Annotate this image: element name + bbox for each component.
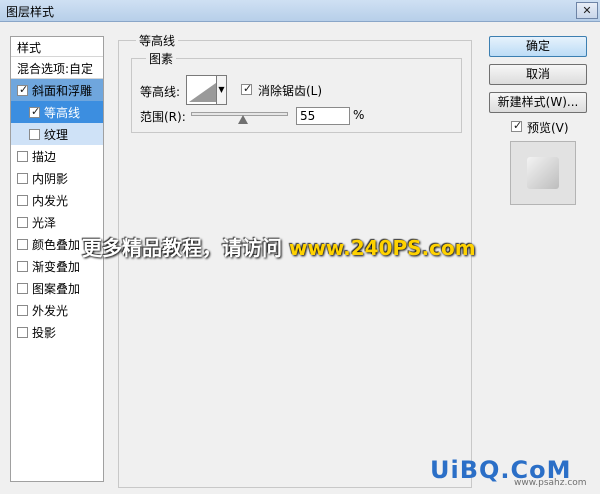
style-item-label: 颜色叠加 (32, 238, 81, 252)
style-item-label: 光泽 (32, 216, 57, 230)
preview-label: 预览(V) (527, 121, 569, 135)
range-label: 范围(R): (140, 110, 186, 124)
contour-label: 等高线: (140, 85, 181, 99)
style-item-satin[interactable]: 光泽 (11, 211, 103, 233)
style-item-label: 等高线 (44, 106, 81, 120)
style-item-inner-shadow[interactable]: 内阴影 (11, 167, 103, 189)
inner-glow-checkbox[interactable] (17, 195, 28, 206)
gradient-overlay-checkbox[interactable] (17, 261, 28, 272)
elements-group-title: 图素 (146, 50, 177, 67)
anti-alias-checkbox[interactable] (241, 82, 252, 95)
new-style-button[interactable]: 新建样式(W)... (489, 92, 587, 113)
ok-button[interactable]: 确定 (489, 36, 587, 57)
style-item-label: 内发光 (32, 194, 69, 208)
style-item-label: 外发光 (32, 304, 69, 318)
preview-swatch (527, 157, 559, 189)
blend-options-item[interactable]: 混合选项:自定 (11, 57, 103, 79)
range-unit: % (353, 108, 365, 122)
style-item-label: 描边 (32, 150, 57, 164)
satin-checkbox[interactable] (17, 217, 28, 228)
watermark-url: www.240PS.com (288, 236, 476, 260)
style-item-label: 投影 (32, 326, 57, 340)
style-item-contour[interactable]: 等高线 (11, 101, 103, 123)
color-overlay-checkbox[interactable] (17, 239, 28, 250)
range-input[interactable]: 55 (296, 107, 350, 125)
contour-section-title: 等高线 (136, 32, 179, 49)
style-item-pattern-overlay[interactable]: 图案叠加 (11, 277, 103, 299)
chevron-down-icon[interactable]: ▼ (216, 75, 227, 105)
style-item-stroke[interactable]: 描边 (11, 145, 103, 167)
preview-checkbox[interactable] (511, 119, 522, 132)
texture-checkbox[interactable] (29, 129, 40, 140)
style-item-label: 渐变叠加 (32, 260, 81, 274)
stroke-checkbox[interactable] (17, 151, 28, 162)
styles-header[interactable]: 样式 (11, 37, 103, 57)
cancel-button[interactable]: 取消 (489, 64, 587, 85)
range-slider-thumb[interactable] (238, 115, 248, 124)
bevel-emboss-checkbox[interactable] (17, 83, 28, 96)
window-title: 图层样式 (6, 5, 55, 19)
outer-glow-checkbox[interactable] (17, 305, 28, 316)
pattern-overlay-checkbox[interactable] (17, 283, 28, 294)
style-item-label: 内阴影 (32, 172, 69, 186)
watermark-banner: 更多精品教程，请访问 www.240PS.com (82, 232, 476, 261)
style-item-label: 斜面和浮雕 (32, 84, 93, 98)
style-item-label: 纹理 (44, 128, 69, 142)
contour-checkbox[interactable] (29, 105, 40, 118)
site-logo-url: www.psahz.com (514, 478, 587, 488)
inner-shadow-checkbox[interactable] (17, 173, 28, 184)
style-item-inner-glow[interactable]: 内发光 (11, 189, 103, 211)
style-item-label: 图案叠加 (32, 282, 81, 296)
watermark-text: 更多精品教程，请访问 (82, 236, 282, 260)
style-item-outer-glow[interactable]: 外发光 (11, 299, 103, 321)
drop-shadow-checkbox[interactable] (17, 327, 28, 338)
style-item-drop-shadow[interactable]: 投影 (11, 321, 103, 343)
style-item-texture[interactable]: 纹理 (11, 123, 103, 145)
style-preview (510, 141, 576, 205)
style-item-bevel-emboss[interactable]: 斜面和浮雕 (11, 79, 103, 101)
title-bar: 图层样式 ✕ (0, 0, 600, 22)
close-button[interactable]: ✕ (576, 2, 598, 19)
anti-alias-label: 消除锯齿(L) (258, 84, 323, 98)
